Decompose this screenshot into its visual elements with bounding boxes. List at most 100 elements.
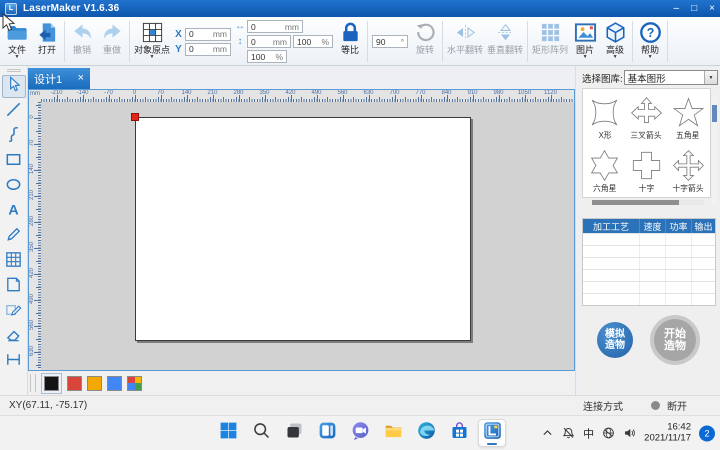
- tool-rectangle[interactable]: [2, 150, 26, 173]
- scrollbar-thumb[interactable]: [712, 105, 717, 122]
- x-input[interactable]: 0mm: [185, 28, 231, 41]
- taskbar-start-button[interactable]: [214, 419, 242, 447]
- table-row[interactable]: [583, 269, 715, 281]
- ruler-label: 70: [29, 136, 35, 150]
- color-palette: [28, 371, 575, 395]
- swatch-red[interactable]: [67, 376, 82, 391]
- table-row[interactable]: [583, 233, 715, 245]
- table-header-cell: 加工工艺: [583, 219, 639, 233]
- tool-page[interactable]: [2, 275, 26, 298]
- tool-dimension[interactable]: [2, 350, 26, 373]
- image-button[interactable]: 图片 ▼: [570, 18, 600, 65]
- table-row[interactable]: [583, 257, 715, 269]
- chevron-up-icon[interactable]: [541, 427, 554, 440]
- help-button[interactable]: ? 帮助 ▼: [635, 18, 665, 65]
- table-row[interactable]: [583, 281, 715, 293]
- tool-curve[interactable]: [2, 125, 26, 148]
- minimize-button[interactable]: –: [674, 4, 680, 14]
- swatch-multi[interactable]: [127, 376, 142, 391]
- flip-vertical-button[interactable]: 垂直翻转: [485, 18, 525, 65]
- y-input[interactable]: 0mm: [185, 43, 231, 56]
- tab-design1[interactable]: 设计1 ×: [28, 68, 90, 89]
- notifications-off-icon[interactable]: [562, 427, 575, 440]
- toolbar-grip[interactable]: [7, 69, 21, 72]
- scale-width-input[interactable]: 100%: [293, 35, 333, 48]
- gallery-horizontal-scrollbar[interactable]: [592, 200, 704, 205]
- open-button[interactable]: 打开: [32, 18, 62, 65]
- process-table-header: 加工工艺速度功率输出: [583, 219, 715, 233]
- angle-input[interactable]: 90°: [372, 35, 408, 48]
- taskbar-edge-button[interactable]: [412, 419, 440, 447]
- table-row[interactable]: [583, 245, 715, 257]
- origin-marker[interactable]: [131, 113, 139, 121]
- gallery-item-6[interactable]: 十字箭头: [667, 143, 709, 196]
- combo-dropdown-icon[interactable]: ▼: [704, 71, 717, 84]
- advanced-button[interactable]: 高级 ▼: [600, 18, 630, 65]
- vertical-ruler: 070140210280350420490560630: [29, 102, 41, 370]
- tool-text[interactable]: A: [2, 200, 26, 223]
- work-area-page[interactable]: [135, 117, 471, 341]
- notification-badge[interactable]: 2: [699, 425, 715, 441]
- ime-indicator[interactable]: 中: [583, 425, 594, 441]
- design-viewport[interactable]: mm -210-140-7007014021028035042049056063…: [28, 89, 575, 371]
- gallery-item-5[interactable]: 十字: [626, 143, 668, 196]
- gallery-item-4[interactable]: 六角星: [584, 143, 626, 196]
- tool-select[interactable]: [2, 75, 26, 98]
- canvas-area[interactable]: [41, 102, 574, 370]
- gallery-item-1[interactable]: X形: [584, 90, 626, 143]
- taskbar-file-explorer-button[interactable]: [379, 419, 407, 447]
- simulate-button[interactable]: 模拟 造物: [597, 322, 633, 358]
- gallery-item-2[interactable]: 三叉箭头: [626, 90, 668, 143]
- ruler-label: 210: [29, 188, 35, 202]
- height-arrow-icon: ↕: [235, 36, 245, 47]
- table-row[interactable]: [583, 293, 715, 305]
- grid-icon: [4, 250, 23, 274]
- tool-pen[interactable]: [2, 225, 26, 248]
- toolbar-separator: [667, 21, 668, 62]
- gallery-select[interactable]: 基本图形 ▼: [624, 70, 718, 85]
- dimension-icon: [4, 350, 23, 374]
- width-input[interactable]: 0mm: [247, 20, 303, 33]
- taskbar-task-view-button[interactable]: [280, 419, 308, 447]
- widgets-icon: [317, 420, 338, 446]
- tool-node-edit[interactable]: [2, 300, 26, 323]
- height-input[interactable]: 0mm: [247, 35, 291, 48]
- swatch-black[interactable]: [44, 376, 59, 391]
- tool-line[interactable]: [2, 100, 26, 123]
- gallery-vertical-scrollbar[interactable]: [712, 97, 717, 205]
- swatch-blue[interactable]: [107, 376, 122, 391]
- rectangle-icon: [4, 150, 23, 174]
- taskbar-chat-button[interactable]: [346, 419, 374, 447]
- scrollbar-thumb[interactable]: [592, 200, 679, 205]
- rect-array-button[interactable]: 矩形阵列: [530, 18, 570, 65]
- text-icon: A: [4, 200, 23, 224]
- array-grid-icon: [539, 20, 562, 45]
- flip-horizontal-button[interactable]: 水平翻转: [445, 18, 485, 65]
- gallery-item-3[interactable]: 五角星: [667, 90, 709, 143]
- palette-grip[interactable]: [30, 374, 36, 392]
- close-button[interactable]: ×: [709, 4, 715, 14]
- tool-eraser[interactable]: [2, 325, 26, 348]
- taskbar-store-button[interactable]: [445, 419, 473, 447]
- speaker-icon[interactable]: [623, 427, 636, 440]
- maximize-button[interactable]: □: [691, 4, 697, 14]
- tab-close-icon[interactable]: ×: [78, 73, 84, 84]
- scale-height-input[interactable]: 100%: [247, 50, 287, 63]
- tool-grid[interactable]: [2, 250, 26, 273]
- rotate-button[interactable]: 旋转: [410, 18, 440, 65]
- network-globe-icon[interactable]: [602, 427, 615, 440]
- undo-button[interactable]: 撤销: [67, 18, 97, 65]
- taskbar-clock[interactable]: 16:42 2021/11/17: [644, 423, 691, 444]
- redo-button[interactable]: 重做: [97, 18, 127, 65]
- taskbar-search-button[interactable]: [247, 419, 275, 447]
- cube-icon: [604, 20, 627, 45]
- selected-swatch-box[interactable]: [41, 373, 62, 394]
- lock-ratio-button[interactable]: 等比: [335, 18, 365, 65]
- start-button[interactable]: 开始 造物: [650, 315, 700, 365]
- object-origin-button[interactable]: 对象原点 ▼: [132, 18, 172, 65]
- taskbar-lasermaker-button[interactable]: [478, 419, 506, 447]
- swatch-orange[interactable]: [87, 376, 102, 391]
- taskbar-widgets-button[interactable]: [313, 419, 341, 447]
- tool-ellipse[interactable]: [2, 175, 26, 198]
- node-edit-icon: [4, 300, 23, 324]
